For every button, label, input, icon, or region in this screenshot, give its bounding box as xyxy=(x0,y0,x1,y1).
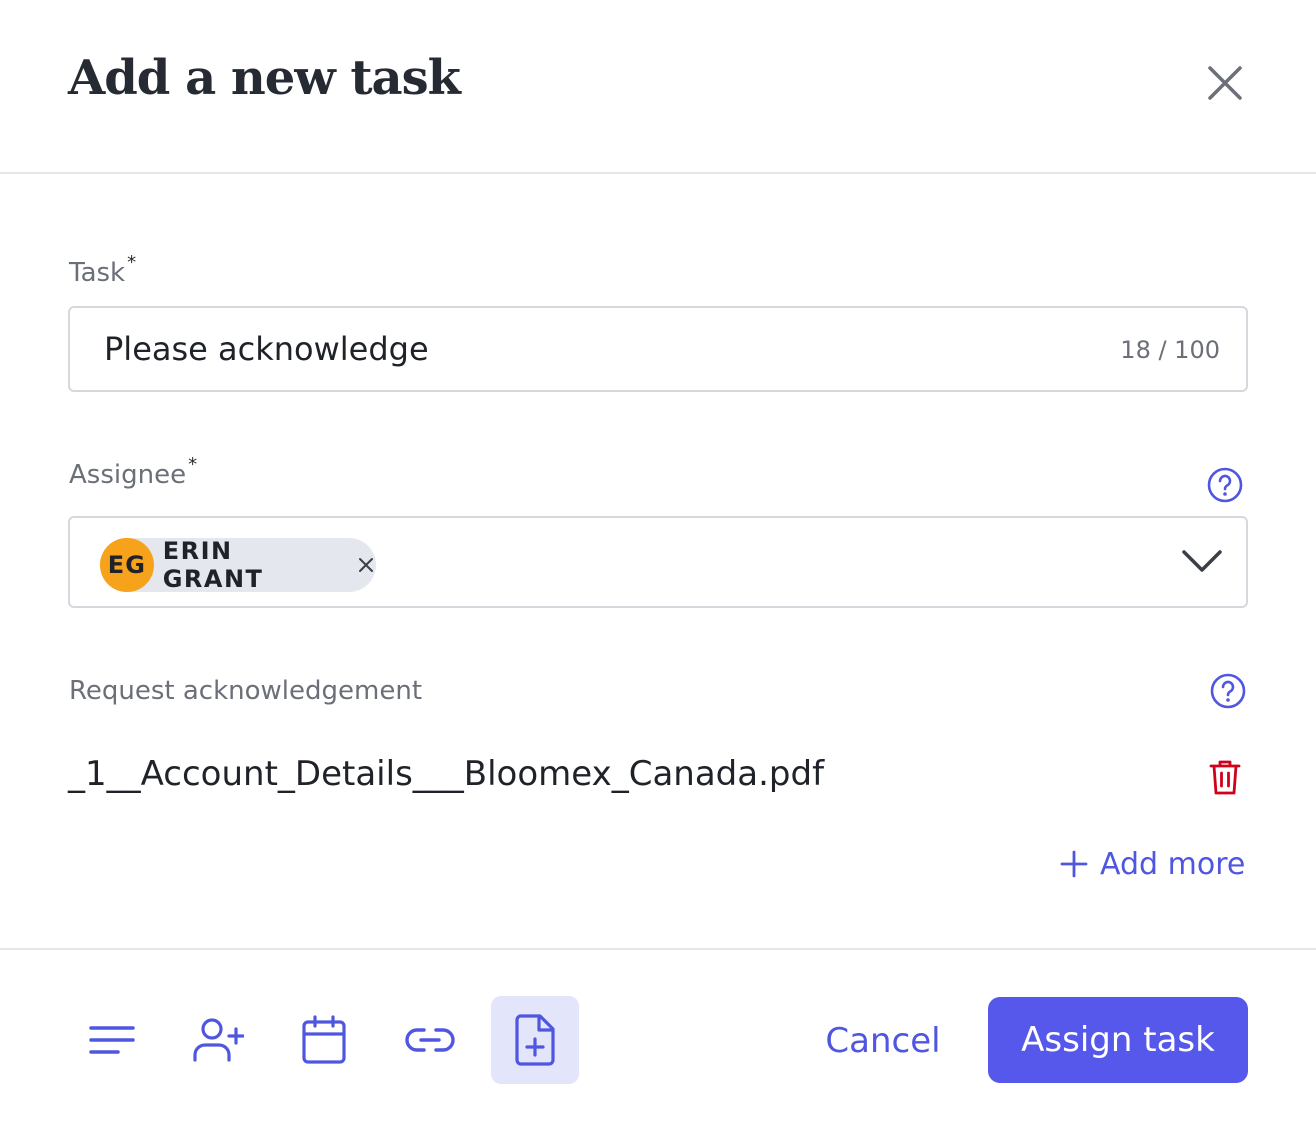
assignee-select[interactable]: EG ERIN GRANT xyxy=(68,516,1248,608)
remove-assignee-button[interactable] xyxy=(356,555,376,575)
add-more-label: Add more xyxy=(1100,846,1246,882)
assignee-label: Assignee * xyxy=(69,454,198,490)
calendar-icon xyxy=(302,1015,346,1064)
dialog-title: Add a new task xyxy=(68,50,461,106)
add-more-button[interactable]: Add more xyxy=(1060,842,1245,886)
due-date-tool-button[interactable] xyxy=(280,996,368,1084)
close-button[interactable] xyxy=(1200,58,1250,108)
link-icon xyxy=(405,1028,455,1052)
task-label: Task * xyxy=(69,252,137,288)
description-tool-button[interactable] xyxy=(68,996,156,1084)
acknowledgement-help-icon[interactable] xyxy=(1209,672,1247,710)
avatar: EG xyxy=(100,538,154,592)
trash-icon[interactable] xyxy=(1208,758,1242,796)
assign-task-button[interactable]: Assign task xyxy=(988,997,1248,1083)
task-input-wrapper: 18 / 100 xyxy=(68,306,1248,392)
dialog-header: Add a new task xyxy=(0,0,1316,174)
description-icon xyxy=(89,1026,135,1054)
add-task-dialog: Add a new task Task* 18 / 100 Assignee* … xyxy=(0,0,1316,1124)
file-add-icon xyxy=(515,1014,555,1066)
cancel-button[interactable]: Cancel xyxy=(808,1012,958,1070)
add-person-icon xyxy=(193,1018,244,1062)
link-tool-button[interactable] xyxy=(386,996,474,1084)
assignee-help-icon[interactable] xyxy=(1206,466,1244,504)
character-counter: 18 / 100 xyxy=(1120,336,1220,364)
plus-icon xyxy=(1060,850,1088,878)
acknowledgement-label: Request acknowledgement xyxy=(69,676,423,706)
required-mark: * xyxy=(127,252,137,273)
attachment-tool-button[interactable] xyxy=(491,996,579,1084)
chevron-down-icon xyxy=(1182,550,1222,572)
close-icon xyxy=(359,558,374,572)
assignee-tool-button[interactable] xyxy=(174,996,262,1084)
close-icon xyxy=(1208,66,1242,100)
attached-file-name: _1__Account_Details___Bloomex_Canada.pdf xyxy=(68,754,825,794)
dialog-footer: Cancel Assign task xyxy=(0,948,1316,1124)
assignee-chip: EG ERIN GRANT xyxy=(100,537,376,593)
required-mark: * xyxy=(188,454,198,475)
task-input[interactable] xyxy=(104,324,1064,374)
assignee-name: ERIN GRANT xyxy=(162,537,264,593)
